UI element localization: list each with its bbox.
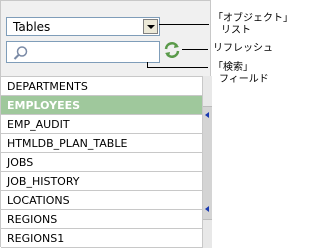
object-type-select-value: Tables — [13, 20, 51, 34]
object-list: DEPARTMENTS EMPLOYEES EMP_AUDIT HTMLDB_PLAN… — [1, 76, 202, 249]
list-scrollbar[interactable] — [202, 76, 212, 248]
list-item[interactable]: EMPLOYEES — [1, 96, 202, 115]
list-item[interactable]: JOBS — [1, 153, 202, 172]
callout-refresh-label: リフレッシュ — [213, 43, 273, 54]
list-item[interactable]: EMP_AUDIT — [1, 115, 202, 134]
callout-line-search-field-h — [147, 67, 208, 68]
object-type-select[interactable]: Tables — [6, 17, 160, 36]
refresh-icon[interactable] — [163, 41, 181, 59]
list-item[interactable]: HTMLDB_PLAN_TABLE — [1, 134, 202, 153]
callout-object-list-line1: 「オブジェクト」 — [213, 13, 293, 24]
list-item[interactable]: REGIONS — [1, 210, 202, 229]
callout-search-field: 「検索」 フィールド — [213, 62, 269, 86]
callout-search-field-line2: フィールド — [219, 74, 269, 85]
search-icon — [13, 46, 28, 60]
list-item[interactable]: JOB_HISTORY — [1, 172, 202, 191]
object-browser-panel: Tables DEPARTMENTS EMPLOYEES EMP_AUDIT HTML… — [0, 0, 212, 249]
scroll-up-icon — [205, 112, 209, 118]
callout-refresh: リフレッシュ — [213, 43, 273, 55]
scrollbar-thumb[interactable] — [203, 106, 212, 220]
list-item[interactable]: LOCATIONS — [1, 191, 202, 210]
callout-line-refresh — [182, 49, 208, 50]
list-item[interactable]: REGIONS1 — [1, 229, 202, 248]
callout-line-object-list — [159, 24, 209, 25]
callout-object-list: 「オブジェクト」 リスト — [213, 13, 293, 37]
chevron-down-icon[interactable] — [143, 19, 158, 34]
callout-object-list-line2: リスト — [221, 25, 251, 36]
scroll-down-icon — [205, 206, 209, 212]
list-item[interactable]: DEPARTMENTS — [1, 77, 202, 96]
search-field[interactable] — [6, 41, 160, 63]
callout-search-field-line1: 「検索」 — [213, 62, 253, 73]
